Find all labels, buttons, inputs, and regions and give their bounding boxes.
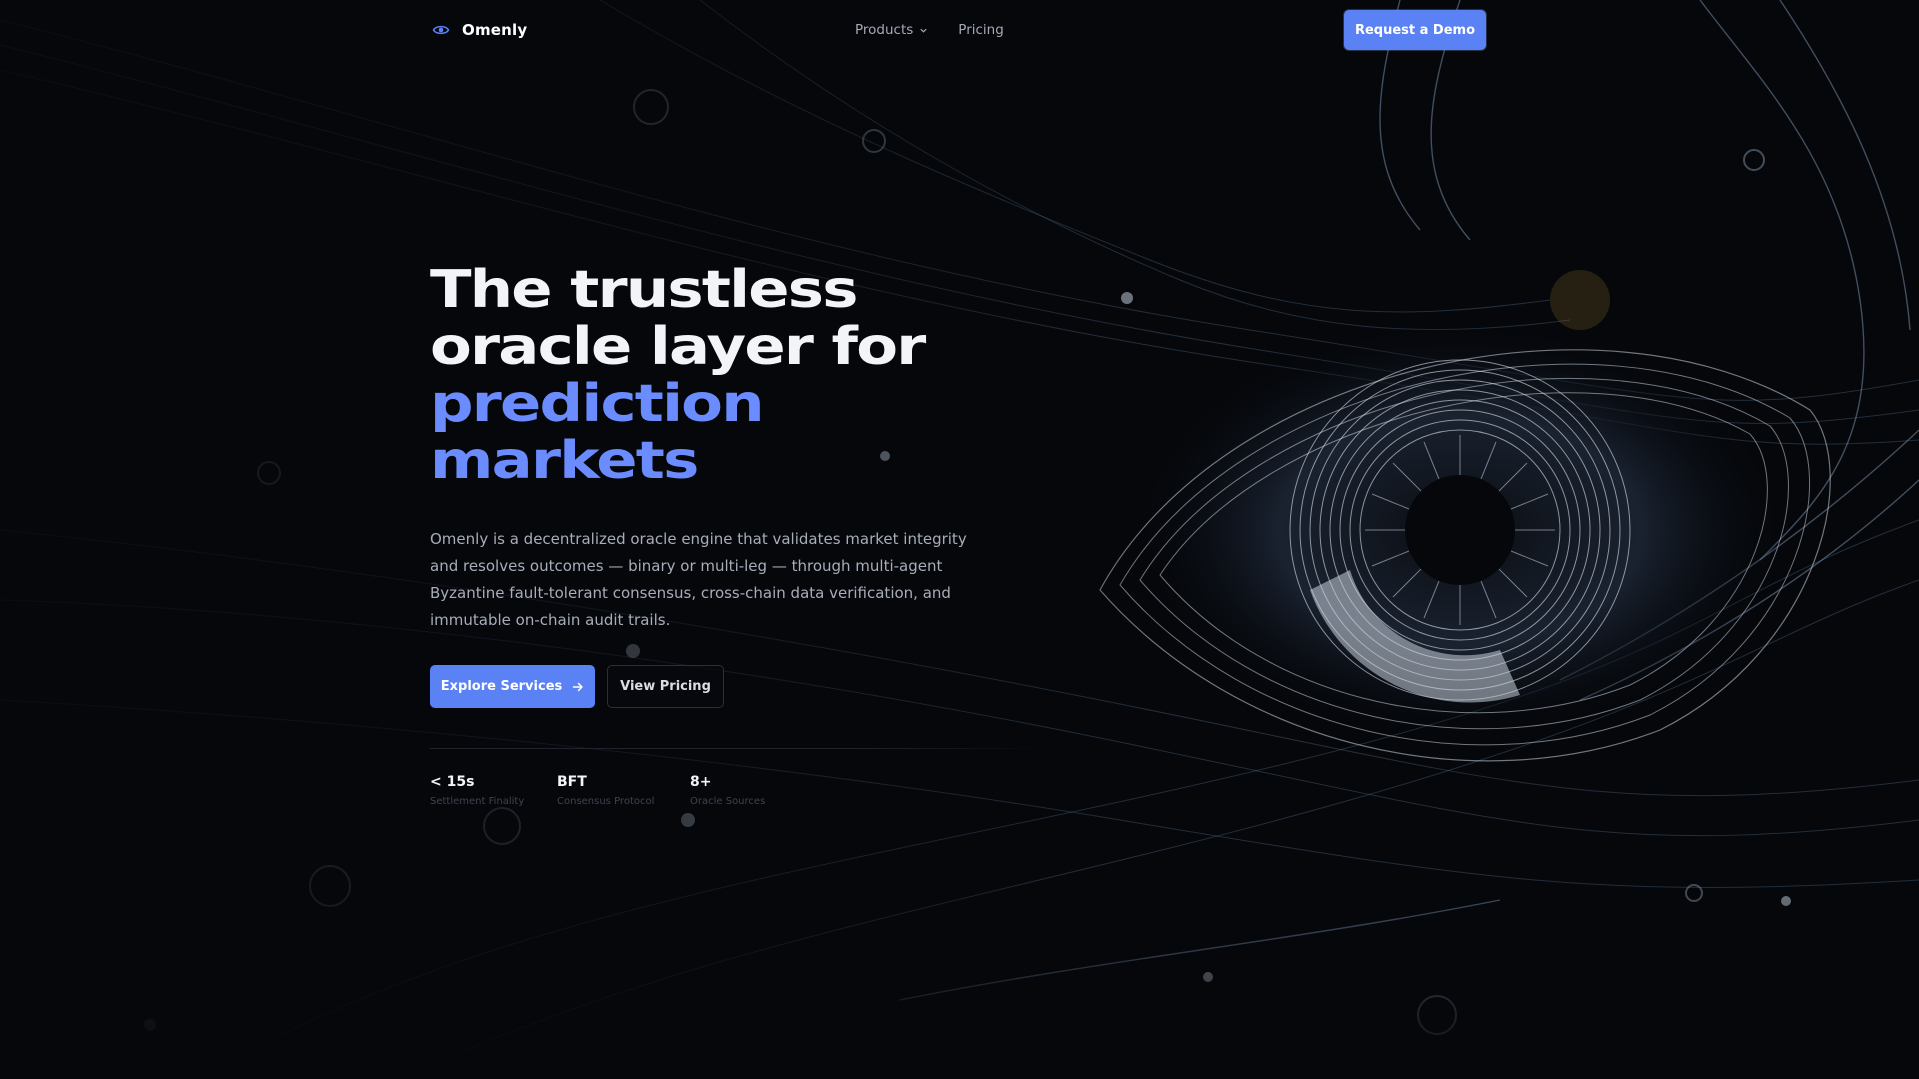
explore-services-button[interactable]: Explore Services xyxy=(430,665,595,708)
nav-pricing-label: Pricing xyxy=(958,22,1004,38)
view-pricing-button[interactable]: View Pricing xyxy=(607,665,724,708)
stats-divider xyxy=(430,748,1045,749)
headline-line-2: oracle layer for xyxy=(430,317,926,377)
stat-label: Oracle Sources xyxy=(690,796,766,807)
stat-label: Settlement Finality xyxy=(430,796,525,807)
hero-headline: The trustless oracle layer for predictio… xyxy=(430,262,1155,490)
brand-logo[interactable]: Omenly xyxy=(432,18,527,42)
nav-products-label: Products xyxy=(855,22,914,38)
arrow-right-icon xyxy=(573,682,583,691)
stat-label: Consensus Protocol xyxy=(557,796,655,807)
headline-line-3-accent: prediction xyxy=(430,374,765,434)
brand-name: Omenly xyxy=(462,21,528,39)
request-demo-button[interactable]: Request a Demo xyxy=(1344,10,1486,50)
eye-icon xyxy=(432,25,450,35)
nav-links: Products Pricing xyxy=(855,18,1004,42)
stat-oracle-sources: 8+ Oracle Sources xyxy=(690,774,765,807)
stat-settlement-finality: < 15s Settlement Finality xyxy=(430,774,557,807)
hero-cta-row: Explore Services View Pricing xyxy=(430,665,724,708)
chevron-down-icon xyxy=(920,28,927,33)
stats-row: < 15s Settlement Finality BFT Consensus … xyxy=(430,774,765,807)
stat-value: BFT xyxy=(557,774,587,790)
headline-line-4-accent: markets xyxy=(430,431,699,491)
background-bottom-fade xyxy=(0,880,1919,1079)
hero-description: Omenly is a decentralized oracle engine … xyxy=(430,530,967,629)
headline-line-1: The trustless xyxy=(430,260,858,320)
stat-value: 8+ xyxy=(690,774,712,790)
hero-section: The trustless oracle layer for predictio… xyxy=(430,262,1050,490)
stat-consensus-protocol: BFT Consensus Protocol xyxy=(557,774,690,807)
stat-value: < 15s xyxy=(430,774,475,790)
nav-products-dropdown[interactable]: Products xyxy=(855,22,928,38)
nav-pricing-link[interactable]: Pricing xyxy=(958,22,1004,38)
top-navigation: Omenly Products Pricing Request a Demo xyxy=(0,0,1919,60)
explore-services-label: Explore Services xyxy=(440,679,563,694)
